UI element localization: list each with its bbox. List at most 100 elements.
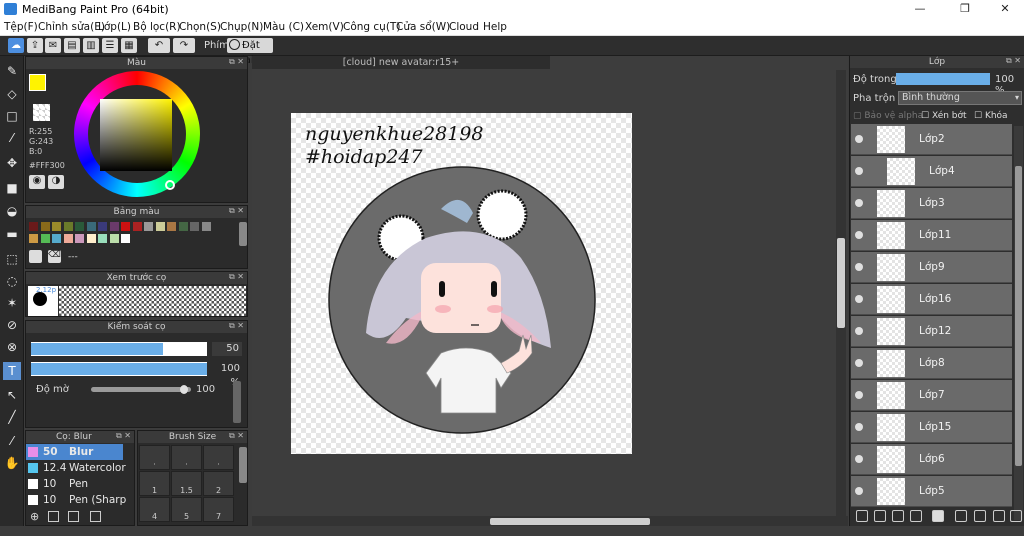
divide-tool-icon[interactable]: ╱	[3, 408, 21, 426]
panel-float-icon[interactable]: ⧉ ✕	[229, 431, 244, 441]
vertical-scrollbar[interactable]	[836, 70, 846, 516]
eye-icon[interactable]	[855, 487, 863, 495]
clip-checkbox[interactable]: ☐ Xén bớt	[921, 111, 967, 121]
gradient-tool-icon[interactable]: ▬	[3, 225, 21, 243]
panel-float-icon[interactable]: ⧉ ✕	[116, 431, 131, 441]
magic-wand-icon[interactable]: ✶	[3, 294, 21, 312]
brush-size-cell[interactable]: ·	[171, 445, 202, 470]
fill-rect-tool-icon[interactable]: ■	[3, 179, 21, 197]
opacity-slider[interactable]	[31, 362, 207, 376]
brush-item[interactable]: 10 Pen (Sharp	[26, 492, 126, 508]
add-layer-menu-icon[interactable]	[910, 510, 922, 522]
merge-down-icon[interactable]	[974, 510, 986, 522]
layer-row[interactable]: Lớp9	[851, 252, 1012, 283]
brush-item[interactable]: 50 Blur	[26, 444, 123, 460]
document-tab[interactable]: [cloud] new avatar:r15+	[252, 56, 550, 69]
select-eraser-icon[interactable]: ⊗	[3, 338, 21, 356]
palette-swatch[interactable]	[98, 222, 107, 231]
menu-select[interactable]: Chọn(S)	[179, 21, 221, 33]
panel-float-icon[interactable]: ⧉ ✕	[229, 321, 244, 331]
eye-icon[interactable]	[855, 327, 863, 335]
palette-swatch[interactable]	[86, 222, 96, 231]
menu-cloud[interactable]: Cloud	[449, 21, 479, 33]
palette-swatch[interactable]	[86, 234, 96, 243]
eye-icon[interactable]	[855, 135, 863, 143]
close-button[interactable]: ✕	[990, 2, 1020, 15]
menu-view[interactable]: Xem(V)	[305, 21, 344, 33]
new-layer-icon[interactable]	[856, 510, 868, 522]
palette-scrollbar[interactable]	[239, 222, 247, 246]
menu-edit[interactable]: Chỉnh sửa(E)	[38, 21, 105, 33]
palette-swatch[interactable]	[52, 234, 61, 243]
saturation-square[interactable]	[100, 99, 172, 171]
menu-file[interactable]: Tệp(F)	[4, 21, 38, 33]
size-value[interactable]: 50	[212, 342, 242, 356]
layer-settings-icon[interactable]	[993, 510, 1005, 522]
eye-icon[interactable]	[855, 167, 863, 175]
eye-icon[interactable]	[855, 423, 863, 431]
panel-float-icon[interactable]: ⧉ ✕	[1006, 56, 1021, 66]
brush-size-cell[interactable]: ·	[139, 445, 170, 470]
secondary-color-swatch[interactable]	[33, 104, 50, 121]
folder-icon[interactable]	[932, 510, 944, 522]
palette-swatch[interactable]	[121, 222, 130, 231]
eye-icon[interactable]	[855, 391, 863, 399]
palette-swatch[interactable]	[29, 222, 38, 231]
palette-icon[interactable]: ◉	[29, 175, 45, 189]
brush-size-cell[interactable]: 5	[171, 497, 202, 522]
palette-swatch[interactable]	[178, 222, 188, 231]
palette-swatch[interactable]	[98, 234, 107, 243]
eyedrop-icon[interactable]: ◑	[48, 175, 64, 189]
palette-swatch[interactable]	[52, 222, 61, 231]
minimize-button[interactable]: —	[905, 2, 935, 15]
dot-tool-icon[interactable]: ⁄	[3, 129, 21, 147]
drawing-canvas[interactable]: nguyenkhue28198 #hoidap247	[291, 113, 632, 454]
primary-color-swatch[interactable]	[29, 74, 46, 91]
menu-filter[interactable]: Bộ lọc(R)	[133, 21, 181, 33]
layer-row[interactable]: Lớp2	[851, 124, 1012, 155]
redo-icon[interactable]: ↷	[173, 38, 195, 53]
palette-swatch[interactable]	[132, 222, 142, 231]
new-halftone-layer-icon[interactable]	[874, 510, 886, 522]
reset-button[interactable]: Đặt lại	[227, 38, 273, 66]
menu-window[interactable]: Cửa sổ(W)	[396, 21, 450, 33]
brush-control-scrollbar[interactable]	[233, 381, 241, 423]
list-icon[interactable]: ☰	[102, 38, 118, 53]
brush-tool-icon[interactable]: ✎	[3, 62, 21, 80]
palette-swatch[interactable]	[63, 234, 73, 243]
copy-brush-icon[interactable]	[68, 511, 79, 522]
panel-float-icon[interactable]: ⧉ ✕	[229, 272, 244, 282]
size-slider[interactable]	[31, 342, 207, 356]
select-pen-icon[interactable]: ⊘	[3, 316, 21, 334]
layer-row[interactable]: Lớp3	[851, 188, 1012, 219]
palette-swatch[interactable]	[190, 222, 199, 231]
blur-knob[interactable]	[180, 385, 188, 394]
palette-swatch[interactable]	[167, 222, 176, 231]
move-tool-icon[interactable]: ✥	[3, 154, 21, 172]
layer-row[interactable]: Lớp7	[851, 380, 1012, 411]
new-8bit-layer-icon[interactable]	[892, 510, 904, 522]
hue-handle[interactable]	[165, 180, 175, 190]
add-palette-icon[interactable]	[29, 250, 42, 263]
brush-size-cell[interactable]: 2	[203, 471, 234, 496]
menu-layer[interactable]: Lớp(L)	[98, 21, 131, 33]
lock-checkbox[interactable]: ☐ Khóa	[974, 111, 1008, 121]
protect-alpha-checkbox[interactable]: ▢ Bảo vệ alpha	[853, 111, 923, 121]
hue-wheel[interactable]	[74, 71, 200, 197]
panel-float-icon[interactable]: ⧉ ✕	[229, 206, 244, 216]
lasso-tool-icon[interactable]: ◌	[3, 272, 21, 290]
operation-tool-icon[interactable]: ↖	[3, 386, 21, 404]
palette-swatch[interactable]	[75, 234, 84, 243]
palette-swatch[interactable]	[109, 222, 119, 231]
brush-size-cell[interactable]: 4	[139, 497, 170, 522]
palette-swatch[interactable]	[63, 222, 73, 231]
brush-item[interactable]: 10 Pen	[26, 476, 123, 492]
palette-swatch[interactable]	[121, 234, 130, 243]
bucket-tool-icon[interactable]: ◒	[3, 202, 21, 220]
new-brush-icon[interactable]	[48, 511, 59, 522]
palette-swatch[interactable]	[109, 234, 119, 243]
eye-icon[interactable]	[855, 231, 863, 239]
blend-mode-select[interactable]: Bình thường ▾	[898, 91, 1022, 105]
palette-swatch[interactable]	[144, 222, 153, 231]
palette-swatch[interactable]	[29, 234, 38, 243]
